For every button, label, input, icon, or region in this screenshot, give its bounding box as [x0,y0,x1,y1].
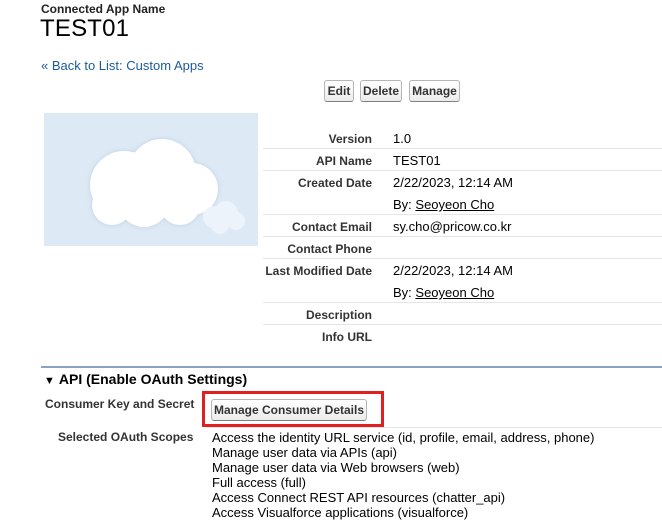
contact-email-value: sy.cho@pricow.co.kr [393,219,512,234]
contact-phone-label: Contact Phone [287,242,372,256]
created-by-user-link[interactable]: Seoyeon Cho [415,197,494,212]
back-to-list-link[interactable]: « Back to List: Custom Apps [41,58,204,73]
manage-button[interactable]: Manage [409,80,460,102]
delete-button[interactable]: Delete [360,80,402,102]
oauth-scope-item: Access Connect REST API resources (chatt… [212,490,506,505]
detail-row-info-url: Info URL [263,324,662,346]
info-url-label: Info URL [322,330,372,344]
api-name-value: TEST01 [393,153,441,168]
triangle-down-icon[interactable]: ▼ [44,375,55,387]
detail-row-contact-email: Contact Email sy.cho@pricow.co.kr [263,214,662,237]
app-logo-placeholder [44,113,258,246]
api-section-title: API (Enable OAuth Settings) [58,371,248,387]
last-modified-label: Last Modified Date [265,264,372,278]
version-label: Version [328,132,372,146]
detail-row-contact-phone: Contact Phone [263,236,662,259]
created-by-value: By: Seoyeon Cho [393,197,495,212]
description-label: Description [305,308,372,322]
page-title: TEST01 [40,15,130,42]
oauth-scope-item: Access the identity URL service (id, pro… [212,430,595,445]
modified-by-value: By: Seoyeon Cho [393,285,495,300]
detail-row-modified-by: By: Seoyeon Cho [263,280,662,303]
oauth-scopes-list: Access the identity URL service (id, pro… [212,430,594,520]
cloud-icon [90,139,245,234]
detail-row-description: Description [263,302,662,325]
oauth-scope-item: Full access (full) [212,475,306,490]
oauth-scope-item: Manage user data via APIs (api) [212,445,397,460]
version-value: 1.0 [393,131,412,146]
detail-row-created-date: Created Date 2/22/2023, 12:14 AM [263,170,662,192]
last-modified-value: 2/22/2023, 12:14 AM [393,263,513,278]
detail-row-last-modified: Last Modified Date 2/22/2023, 12:14 AM [263,258,662,280]
api-name-label: API Name [315,154,372,168]
modified-by-user-link[interactable]: Seoyeon Cho [415,285,494,300]
detail-row-created-by: By: Seoyeon Cho [263,192,662,215]
created-date-value: 2/22/2023, 12:14 AM [393,175,513,190]
contact-email-label: Contact Email [291,220,372,234]
consumer-key-label: Consumer Key and Secret [45,397,195,411]
detail-row-version: Version 1.0 [263,126,662,149]
api-section-header[interactable]: ▼ API (Enable OAuth Settings) [44,371,247,387]
connected-app-name-label: Connected App Name [41,2,166,16]
scopes-divider [206,427,662,428]
detail-row-api-name: API Name TEST01 [263,148,662,171]
edit-button[interactable]: Edit [324,80,354,102]
oauth-scope-item: Manage user data via Web browsers (web) [212,460,460,475]
manage-consumer-details-button[interactable]: Manage Consumer Details [211,399,367,421]
created-date-label: Created Date [297,176,372,190]
oauth-scopes-label: Selected OAuth Scopes [58,430,194,444]
section-divider [41,366,662,368]
